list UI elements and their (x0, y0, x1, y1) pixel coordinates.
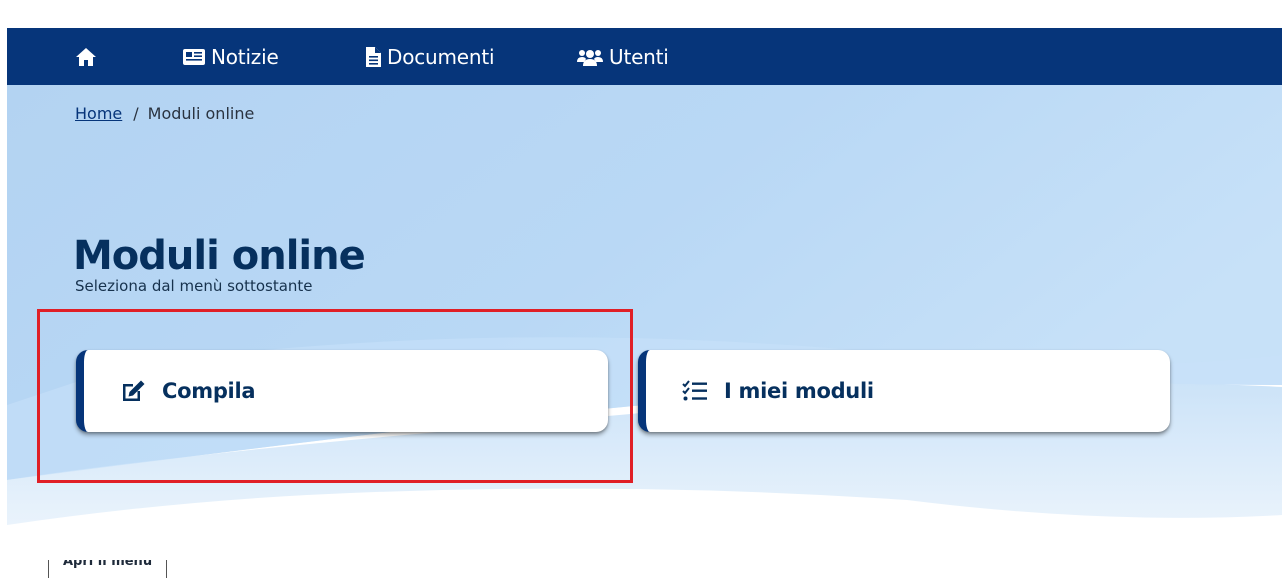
nav-item-utenti-label: Utenti (609, 44, 669, 69)
breadcrumb-separator: / (133, 104, 139, 123)
nav-item-documenti[interactable]: Documenti (365, 28, 495, 85)
document-icon (365, 46, 381, 67)
nav-item-notizie[interactable]: Notizie (183, 28, 279, 85)
newspaper-icon (183, 48, 205, 66)
breadcrumb-current: Moduli online (147, 104, 255, 123)
menu-toggle-divider-left (48, 560, 49, 578)
main-navbar: Notizie Documenti Utenti (7, 28, 1282, 85)
users-icon (577, 48, 603, 66)
breadcrumb: Home / Moduli online (75, 104, 254, 123)
miei-moduli-label: I miei moduli (724, 379, 874, 403)
menu-toggle-label: Apri il menu (63, 560, 153, 569)
checklist-icon (682, 380, 708, 402)
nav-item-notizie-label: Notizie (211, 44, 279, 69)
top-strip (7, 0, 1282, 28)
page-title: Moduli online (73, 232, 366, 279)
nav-item-utenti[interactable]: Utenti (577, 28, 669, 85)
edit-icon (120, 379, 146, 403)
hero-section (7, 85, 1282, 525)
compila-card-button[interactable]: Compila (76, 350, 608, 432)
page-subtitle: Seleziona dal menù sottostante (75, 277, 313, 295)
nav-item-documenti-label: Documenti (387, 44, 495, 69)
nav-item-home[interactable] (75, 28, 103, 85)
open-menu-button[interactable]: Apri il menu (48, 560, 168, 578)
home-icon (75, 47, 97, 67)
compila-label: Compila (162, 379, 256, 403)
miei-moduli-card-button[interactable]: I miei moduli (638, 350, 1170, 432)
menu-toggle-divider-right (166, 560, 168, 578)
breadcrumb-home-link[interactable]: Home (75, 104, 122, 123)
